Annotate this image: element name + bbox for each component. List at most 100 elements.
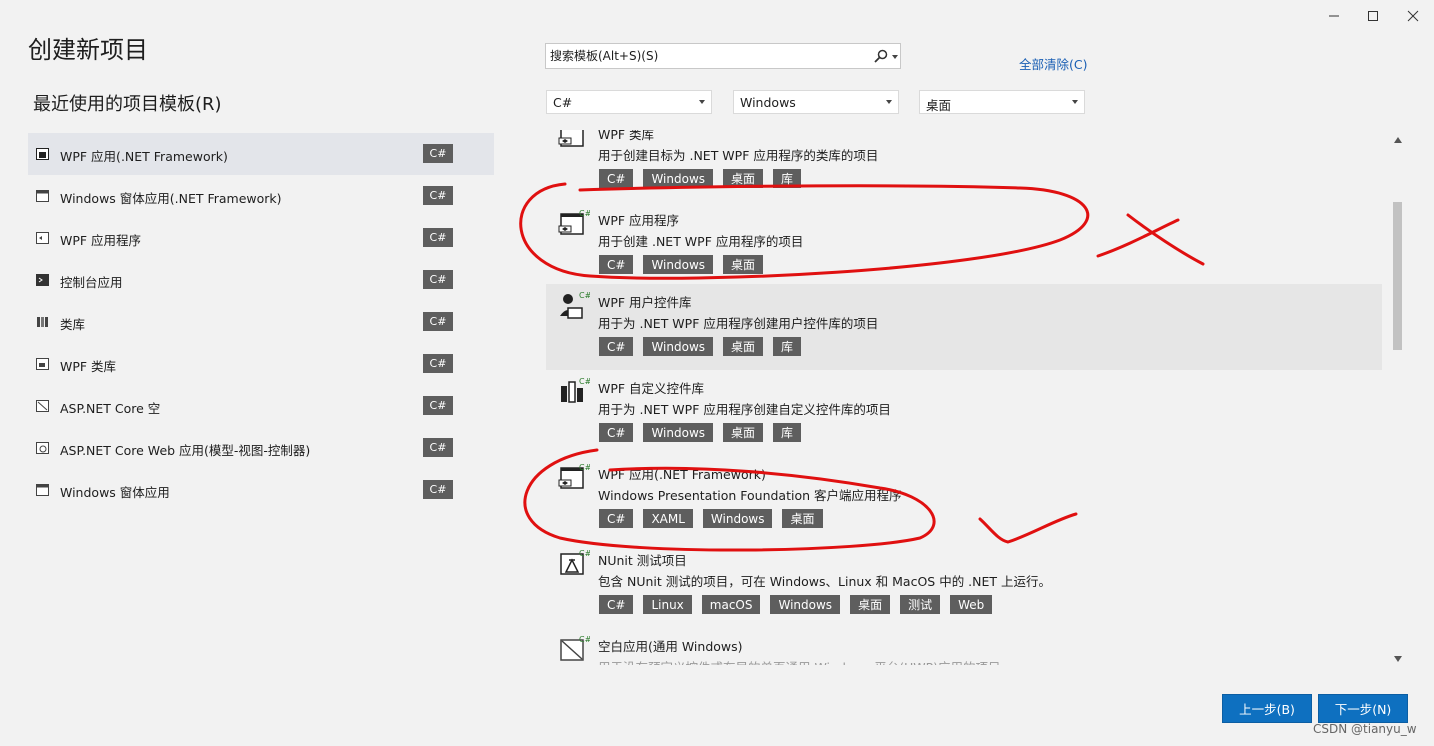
template-tags: C# Windows 桌面 库 — [599, 423, 802, 442]
recent-templates-list: WPF 应用(.NET Framework) C# Windows 窗体应用(.… — [28, 133, 494, 511]
project-type-filter[interactable]: 桌面 — [919, 90, 1085, 114]
tag: 桌面 — [723, 337, 764, 356]
wpf-app-icon — [36, 148, 49, 160]
tag: 桌面 — [850, 595, 891, 614]
language-tag: C# — [423, 312, 453, 331]
tag: C# — [599, 423, 634, 442]
template-item[interactable]: C# WPF 自定义控件库 用于为 .NET WPF 应用程序创建自定义控件库的… — [546, 370, 1382, 456]
language-tag: C# — [423, 144, 453, 163]
tag: C# — [599, 509, 634, 528]
tag: C# — [599, 595, 634, 614]
uwp-blank-icon: C# — [560, 635, 590, 661]
watermark: CSDN @tianyu_w — [1313, 722, 1417, 736]
template-item[interactable]: C# WPF 用户控件库 用于为 .NET WPF 应用程序创建用户控件库的项目… — [546, 284, 1382, 370]
template-tags: C# Windows 桌面 库 — [599, 169, 802, 188]
svg-text:C#: C# — [579, 377, 590, 386]
scroll-up-icon[interactable] — [1394, 137, 1402, 143]
close-icon[interactable] — [1397, 4, 1429, 28]
template-item[interactable]: C# WPF 应用(.NET Framework) Windows Presen… — [546, 456, 1382, 542]
page-title: 创建新项目 — [28, 36, 148, 64]
language-filter-value: C# — [553, 95, 573, 110]
platform-filter[interactable]: Windows — [733, 90, 899, 114]
svg-text:C#: C# — [579, 635, 590, 644]
search-icon[interactable] — [874, 49, 888, 63]
winforms-icon — [36, 190, 49, 202]
wpf-library-icon — [36, 358, 49, 370]
tag: 桌面 — [782, 509, 823, 528]
recent-item[interactable]: Windows 窗体应用(.NET Framework) C# — [28, 175, 494, 217]
template-list-scrollbar[interactable] — [1390, 132, 1406, 667]
tag: Windows — [770, 595, 841, 614]
recent-templates-heading: 最近使用的项目模板(R) — [33, 94, 222, 115]
scrollbar-thumb[interactable] — [1393, 202, 1402, 350]
recent-item-label: 控制台应用 — [60, 275, 123, 290]
template-description: 用于没有预定义控件或布局的单页通用 Windows 平台(UWP)应用的项目 — [598, 657, 1001, 665]
back-button[interactable]: 上一步(B) — [1222, 694, 1312, 723]
chevron-down-icon — [1072, 100, 1078, 104]
maximize-icon[interactable] — [1357, 4, 1389, 28]
nunit-test-icon: C# — [560, 549, 590, 575]
recent-item-label: 类库 — [60, 317, 86, 332]
tag: 桌面 — [723, 255, 764, 274]
language-tag: C# — [423, 186, 453, 205]
template-name: WPF 用户控件库 — [598, 295, 692, 310]
tag: C# — [599, 169, 634, 188]
recent-item-label: WPF 类库 — [60, 359, 117, 374]
search-input[interactable] — [550, 47, 850, 65]
class-library-icon — [37, 317, 48, 327]
wpf-app-icon: C# — [558, 209, 590, 235]
recent-item[interactable]: WPF 应用程序 C# — [28, 217, 494, 259]
tag: Windows — [643, 169, 714, 188]
wpf-custom-control-icon: C# — [561, 377, 590, 403]
recent-item[interactable]: Windows 窗体应用 C# — [28, 469, 494, 511]
template-item[interactable]: WPF 类库 用于创建目标为 .NET WPF 应用程序的类库的项目 C# Wi… — [546, 130, 1382, 202]
next-button[interactable]: 下一步(N) — [1318, 694, 1408, 723]
template-description: 用于创建目标为 .NET WPF 应用程序的类库的项目 — [598, 148, 879, 163]
template-item[interactable]: C# 空白应用(通用 Windows) 用于没有预定义控件或布局的单页通用 Wi… — [546, 628, 1382, 665]
tag: Windows — [643, 337, 714, 356]
tag: 测试 — [900, 595, 941, 614]
chevron-down-icon[interactable] — [892, 55, 898, 59]
template-description: 用于创建 .NET WPF 应用程序的项目 — [598, 234, 804, 249]
template-name: NUnit 测试项目 — [598, 553, 687, 568]
svg-text:C#: C# — [579, 463, 590, 472]
tag: Web — [950, 595, 993, 614]
svg-text:C#: C# — [579, 549, 590, 558]
recent-item[interactable]: ASP.NET Core Web 应用(模型-视图-控制器) C# — [28, 427, 494, 469]
recent-item-label: ASP.NET Core 空 — [60, 401, 161, 416]
template-item[interactable]: C# WPF 应用程序 用于创建 .NET WPF 应用程序的项目 C# Win… — [546, 202, 1382, 288]
wpf-app-icon: C# — [558, 463, 590, 489]
recent-item-label: Windows 窗体应用(.NET Framework) — [60, 191, 282, 206]
wpf-library-icon — [558, 130, 584, 147]
template-tags: C# Linux macOS Windows 桌面 测试 Web — [599, 595, 993, 614]
tag: C# — [599, 337, 634, 356]
template-description: Windows Presentation Foundation 客户端应用程序 — [598, 488, 902, 503]
tag: 库 — [773, 169, 802, 188]
template-list: WPF 类库 用于创建目标为 .NET WPF 应用程序的类库的项目 C# Wi… — [546, 130, 1382, 665]
tag: Linux — [643, 595, 692, 614]
clear-all-link[interactable]: 全部清除(C) — [1019, 54, 1087, 73]
console-icon — [36, 274, 49, 286]
recent-item[interactable]: 控制台应用 C# — [28, 259, 494, 301]
template-description: 用于为 .NET WPF 应用程序创建用户控件库的项目 — [598, 316, 879, 331]
scroll-down-icon[interactable] — [1394, 656, 1402, 662]
minimize-icon[interactable] — [1318, 4, 1350, 28]
template-name: WPF 应用程序 — [598, 213, 680, 228]
search-box[interactable] — [545, 43, 901, 69]
recent-item[interactable]: ASP.NET Core 空 C# — [28, 385, 494, 427]
template-name: 空白应用(通用 Windows) — [598, 639, 743, 654]
language-tag: C# — [423, 438, 453, 457]
chevron-down-icon — [699, 100, 705, 104]
svg-text:C#: C# — [579, 209, 590, 218]
language-filter[interactable]: C# — [546, 90, 712, 114]
aspnet-mvc-icon — [36, 442, 49, 454]
recent-item[interactable]: 类库 C# — [28, 301, 494, 343]
chevron-down-icon — [886, 100, 892, 104]
recent-item[interactable]: WPF 应用(.NET Framework) C# — [28, 133, 494, 175]
platform-filter-value: Windows — [740, 95, 796, 110]
tag: 桌面 — [723, 423, 764, 442]
template-item[interactable]: C# NUnit 测试项目 包含 NUnit 测试的项目，可在 Windows、… — [546, 542, 1382, 628]
recent-item-label: Windows 窗体应用 — [60, 485, 170, 500]
template-tags: C# Windows 桌面 库 — [599, 337, 802, 356]
recent-item[interactable]: WPF 类库 C# — [28, 343, 494, 385]
